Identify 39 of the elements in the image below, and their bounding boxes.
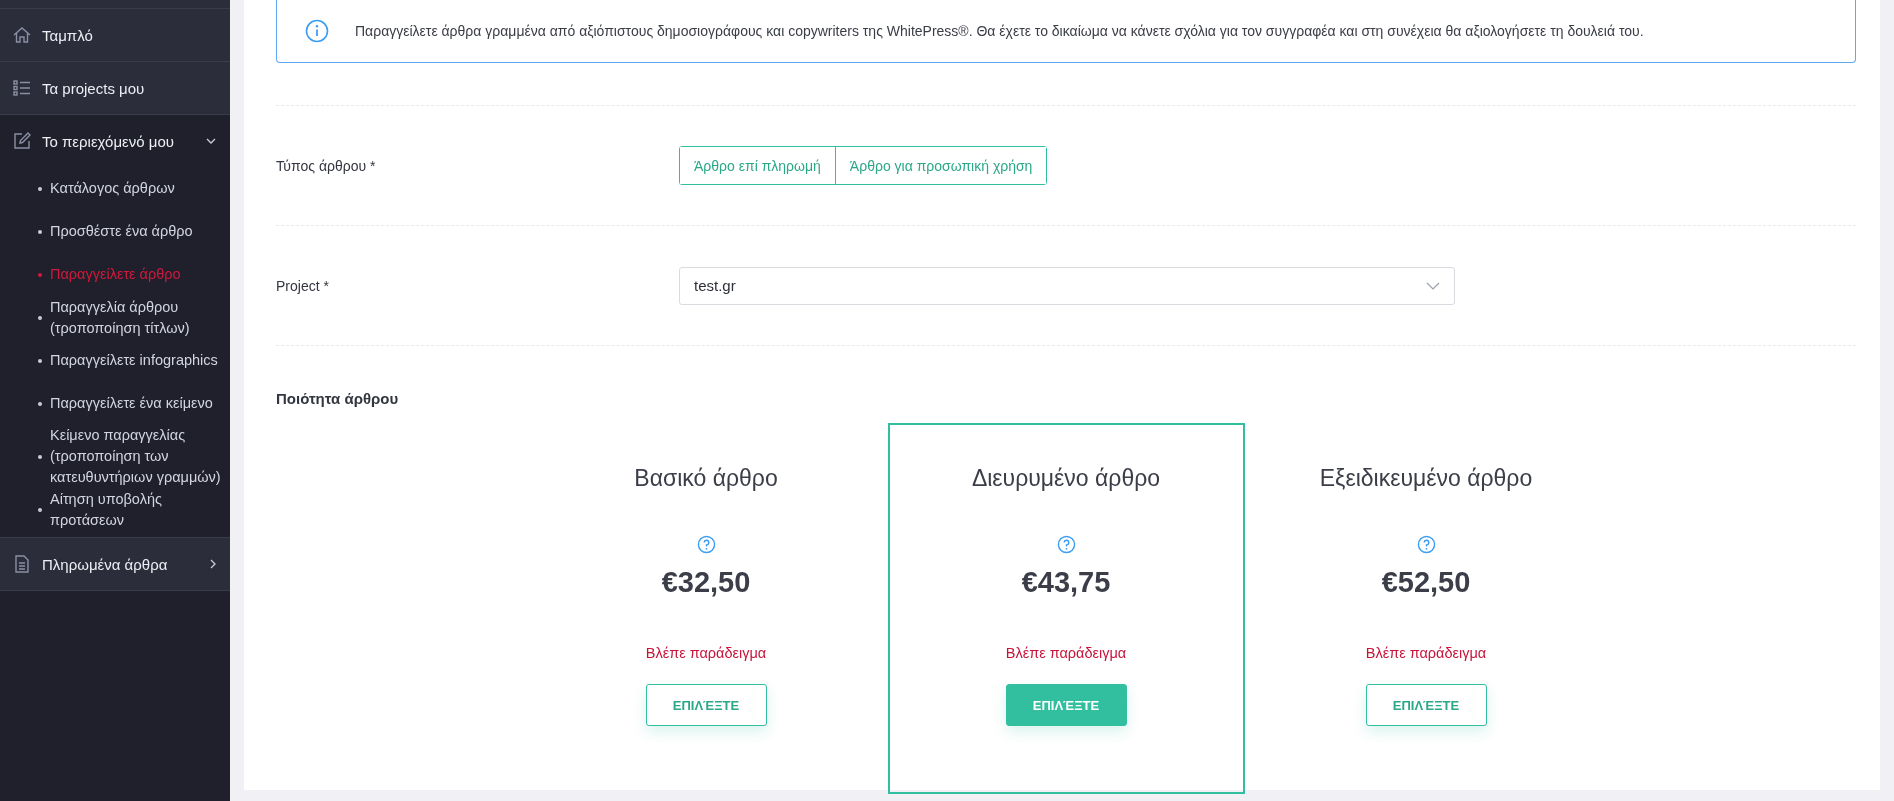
example-link[interactable]: Βλέπε παράδειγμα [645,645,767,661]
sidebar-item[interactable]: Ταμπλό [0,9,230,62]
edit-icon [12,131,32,151]
plan-title: Βασικό άρθρο [634,465,778,493]
submenu-link[interactable]: Παραγγείλετε infographics [38,339,226,382]
field-label: Project * [276,277,330,294]
submenu-link[interactable]: Προσθέστε ένα άρθρο [38,210,226,253]
project-select[interactable]: test.gr [679,266,1455,305]
submenu-link[interactable]: Παραγγελία άρθρου (τροποποίηση τίτλων) [38,296,226,339]
help-icon[interactable] [1416,535,1436,554]
document-icon [12,554,32,574]
sidebar-item-label: Ταμπλό [42,26,94,44]
plan-price: €43,75 [1021,566,1111,599]
submenu-link[interactable]: Κείμενο παραγγελίας (τροποποίηση των κατευθυντήριων γραμμών) [38,425,226,488]
sidebar-item-label: Τα projects μου [42,79,146,97]
sidebar-item[interactable]: Πληρωμένα άρθρα [0,537,230,591]
plan-price: €32,50 [661,566,751,599]
help-icon[interactable] [1056,535,1076,554]
submenu-link[interactable]: Κατάλογος άρθρων [38,167,226,210]
sidebar-item[interactable]: Τα projects μου [0,62,230,115]
sidebar-item-label: Πληρωμένα άρθρα [42,555,169,573]
chevron-down-icon [206,138,216,144]
help-icon[interactable] [696,535,716,554]
example-link[interactable]: Βλέπε παράδειγμα [1005,645,1127,661]
field-label: Τύπος άρθρου * [276,157,377,174]
plan-title: Εξειδικευμένο άρθρο [1319,465,1533,493]
chevron-right-icon [210,559,216,569]
sidebar-item-label: Το περιεχόμενό μου [42,132,175,150]
plan-price: €52,50 [1381,566,1471,599]
info-icon [305,19,329,43]
home-icon [12,25,32,45]
submenu-link[interactable]: Παραγγείλετε ένα κείμενο [38,382,226,425]
submenu-link[interactable]: Αίτηση υποβολής προτάσεων [38,488,226,531]
plan-title: Διευρυμένο άρθρο [971,465,1161,493]
chevron-down-icon [1426,281,1440,290]
section-title: Ποιότητα άρθρου [276,390,400,407]
info-text: Παραγγείλετε άρθρα γραμμένα από αξιόπιστους δημοσιογράφους και copywriters της WhitePress®. Θα έχετε το δικαίωμα να κάνετε σχόλια για τον συγγραφέα και στη συνέχεια θα αξιολογήσετε τη δουλειά του. [355,23,1644,39]
example-link[interactable]: Βλέπε παράδειγμα [1365,645,1487,661]
list-icon [12,78,32,98]
